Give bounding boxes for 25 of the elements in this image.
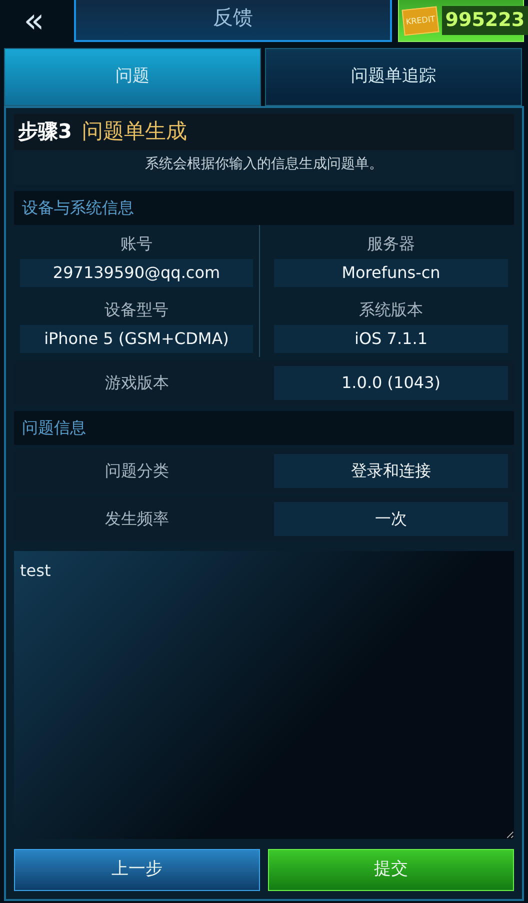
field-label: 游戏版本 — [104, 372, 170, 394]
field-label: 服务器 — [366, 232, 416, 254]
field-value: 登录和连接 — [274, 454, 508, 488]
section-header: 设备与系统信息 — [14, 190, 514, 224]
credits-amount: 995223 — [442, 6, 528, 35]
field-value: iPhone 5 (GSM+CDMA) — [20, 324, 253, 352]
field-label: 系统版本 — [358, 298, 424, 320]
tab[interactable]: 问题单追踪 — [265, 48, 522, 106]
field-value: Morefuns-cn — [274, 258, 508, 286]
step-number: 步骤3 — [18, 118, 72, 145]
field-value: 297139590@qq.com — [20, 258, 253, 286]
field-value: iOS 7.1.1 — [274, 324, 508, 352]
step-title: 问题单生成 — [82, 118, 187, 145]
credit-card-icon: KREDIT — [402, 6, 440, 36]
field-label: 发生频率 — [104, 508, 170, 530]
section-header: 问题信息 — [14, 410, 514, 444]
field-label: 问题分类 — [104, 460, 170, 482]
page-title: 反馈 — [74, 0, 392, 42]
back-button[interactable]: « — [0, 0, 68, 42]
previous-button[interactable]: 上一步 — [14, 849, 260, 891]
field-value: 1.0.0 (1043) — [274, 366, 508, 400]
description-field[interactable]: test — [14, 550, 514, 839]
field-label: 账号 — [120, 232, 154, 254]
field-label: 设备型号 — [104, 298, 170, 320]
field-value: 一次 — [274, 502, 508, 536]
